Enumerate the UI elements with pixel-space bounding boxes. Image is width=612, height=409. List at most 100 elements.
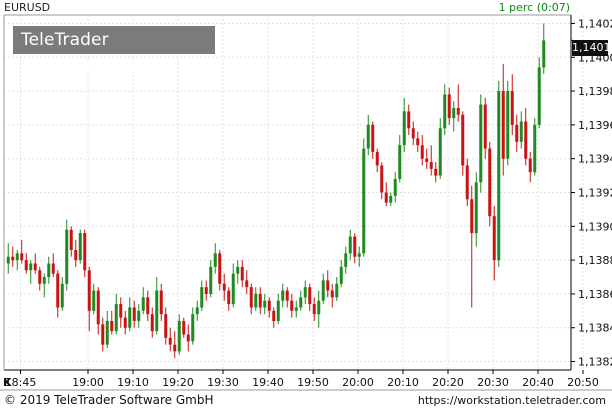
candle — [276, 293, 280, 325]
candle — [74, 239, 78, 267]
brand-watermark: TeleTrader WorkStation — [13, 26, 215, 78]
candle-body — [222, 283, 226, 291]
candle-body — [42, 277, 46, 284]
candle — [438, 118, 442, 179]
x-tick-label: 19:00 — [72, 376, 104, 389]
candle-body — [195, 307, 199, 315]
candle — [128, 297, 132, 332]
candle-body — [501, 91, 505, 159]
candle — [249, 283, 253, 315]
candle — [182, 317, 186, 338]
candle-body — [465, 165, 469, 200]
candle — [389, 192, 393, 207]
candle — [123, 310, 127, 335]
candle — [465, 158, 469, 207]
candle — [146, 290, 150, 321]
candle-body — [452, 107, 456, 119]
candle — [236, 260, 240, 284]
candle-body — [105, 320, 109, 345]
candle — [308, 283, 312, 311]
candle-body — [182, 320, 186, 335]
candle — [92, 283, 96, 315]
candle — [470, 185, 474, 308]
candle-body — [335, 283, 339, 298]
candle — [164, 307, 168, 345]
y-tick-label: 1,1390 — [578, 220, 612, 233]
candle — [47, 256, 51, 284]
candle-body — [128, 307, 132, 328]
candle-body — [371, 124, 375, 152]
candle — [263, 293, 267, 315]
candle-body — [33, 263, 37, 271]
candle — [33, 253, 37, 274]
candle — [186, 324, 190, 352]
candle — [245, 270, 249, 294]
y-tick-label: 1,1392 — [578, 187, 612, 200]
candle — [290, 293, 294, 318]
candle-body — [11, 256, 15, 261]
candle — [101, 317, 105, 352]
x-tick-label: 20:00 — [342, 376, 374, 389]
candle — [83, 229, 87, 278]
candle — [51, 253, 55, 278]
candle-body — [6, 256, 10, 264]
candle-body — [209, 266, 213, 294]
candle — [29, 260, 33, 284]
candle-body — [87, 270, 91, 311]
candle-body — [15, 253, 19, 261]
candle-body — [92, 290, 96, 311]
candle-body — [263, 300, 267, 308]
candle — [218, 249, 222, 291]
candle — [402, 97, 406, 152]
candle-body — [474, 182, 478, 234]
candle — [542, 23, 546, 75]
brand-name: TeleTrader — [21, 30, 109, 50]
candle-body — [141, 297, 145, 311]
candle-body — [186, 334, 190, 342]
candle — [524, 107, 528, 166]
footer-url-link[interactable]: https://workstation.teletrader.com — [418, 394, 606, 407]
candle — [173, 331, 177, 359]
candle-body — [146, 297, 150, 315]
candle-body — [393, 178, 397, 196]
candle-body — [78, 233, 82, 261]
candle — [141, 287, 145, 315]
interval-label[interactable]: 1 perc (0:07) — [499, 1, 570, 14]
candle — [119, 297, 123, 328]
candle-body — [537, 67, 541, 125]
candle — [69, 226, 73, 257]
candle — [240, 260, 244, 288]
candle-body — [96, 290, 100, 325]
candle-body — [65, 229, 69, 284]
candle-body — [245, 280, 249, 288]
candle — [294, 300, 298, 318]
candle — [528, 151, 532, 183]
candle-body — [389, 195, 393, 203]
candle — [209, 260, 213, 298]
candle — [191, 307, 195, 345]
candle-body — [191, 314, 195, 342]
candle-body — [510, 91, 514, 125]
x-tick-label: 19:50 — [297, 376, 329, 389]
candle — [137, 304, 141, 328]
candle — [479, 94, 483, 193]
y-tick-label: 1,1394 — [578, 153, 612, 166]
candle-body — [276, 300, 280, 321]
candle — [443, 84, 447, 136]
y-tick-label: 1,1398 — [578, 85, 612, 98]
candle-body — [330, 290, 334, 298]
candle-body — [357, 253, 361, 257]
candle — [483, 97, 487, 159]
candle-body — [231, 273, 235, 305]
candle — [371, 121, 375, 159]
candle — [114, 293, 118, 335]
candle — [326, 270, 330, 298]
candle-body — [227, 290, 231, 305]
candle-body — [398, 145, 402, 179]
candle-body — [236, 266, 240, 274]
candle-body — [137, 310, 141, 321]
candle-body — [456, 107, 460, 115]
candle-body — [56, 273, 60, 308]
candle — [213, 243, 217, 274]
last-price-badge: 1,1401 — [572, 40, 611, 56]
